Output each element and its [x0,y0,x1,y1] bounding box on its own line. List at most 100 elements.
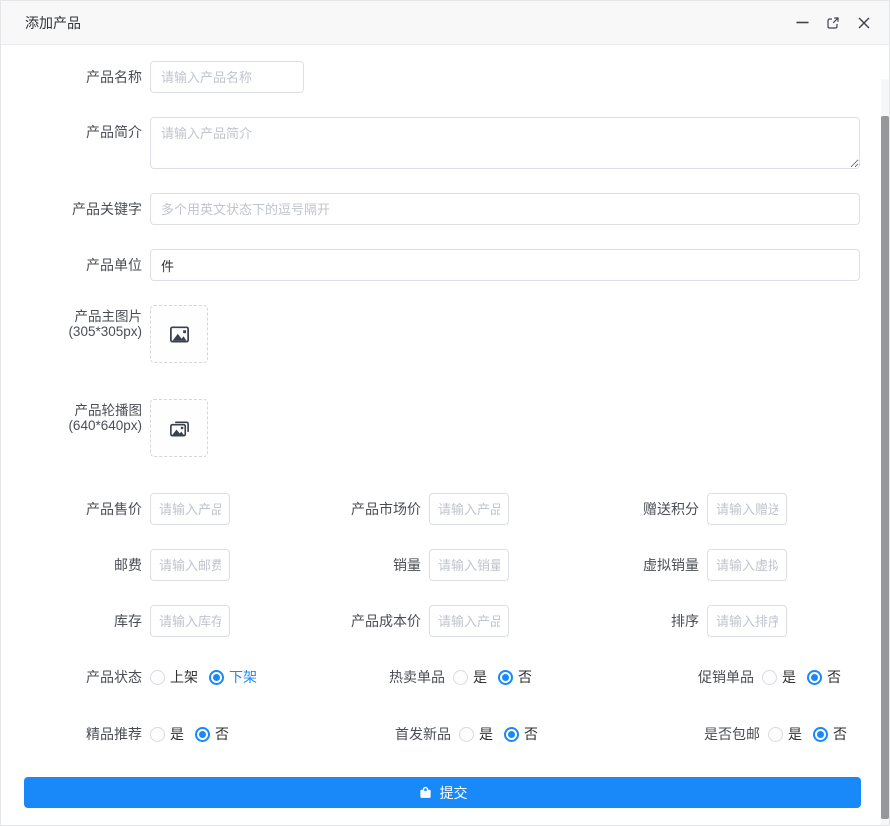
close-button[interactable] [855,14,873,32]
radio-option-yes[interactable]: 是 [453,667,487,687]
product-name-label: 产品名称 [17,69,142,85]
product-intro-textarea[interactable] [150,117,860,169]
radio-option-no[interactable]: 否 [807,667,841,687]
carousel-image-upload[interactable] [150,399,208,457]
images-icon [168,417,191,440]
radio-group-hot-item: 热卖单品 是 否 [320,667,543,687]
submit-row: 提交 [24,777,889,808]
cost-price-label: 产品成本价 [230,613,421,629]
free-shipping-label: 是否包邮 [635,726,760,742]
radio-option-yes[interactable]: 是 [768,724,802,744]
submit-button[interactable]: 提交 [24,777,861,808]
sort-label: 排序 [509,613,699,629]
radio-icon [150,727,165,742]
radio-option-yes[interactable]: 是 [150,724,184,744]
radio-icon [453,670,468,685]
product-intro-row: 产品简介 [17,117,889,169]
radio-option-no[interactable]: 否 [504,724,538,744]
bag-icon [418,785,433,800]
radio-icon [209,670,224,685]
radio-option-on-shelf[interactable]: 上架 [150,667,198,687]
radio-icon [807,670,822,685]
carousel-image-label: 产品轮播图(640*640px) [17,399,142,433]
radio-icon [762,670,777,685]
window-controls [793,14,873,32]
market-price-label: 产品市场价 [230,501,421,517]
product-unit-label: 产品单位 [17,257,142,273]
shipping-fee-cell: 邮费 [17,549,230,581]
radio-group-featured: 精品推荐 是 否 [17,724,240,744]
product-keywords-row: 产品关键字 [17,193,889,225]
grid-row-1: 产品售价 产品市场价 赠送积分 [17,493,889,525]
titlebar: 添加产品 [1,1,889,45]
radio-icon [150,670,165,685]
shipping-fee-label: 邮费 [17,557,142,573]
product-unit-row: 产品单位 [17,249,889,281]
points-input[interactable] [707,493,787,525]
minimize-icon [796,16,809,29]
product-unit-input[interactable] [150,249,860,281]
product-keywords-input[interactable] [150,193,860,225]
radio-group-new-release: 首发新品 是 否 [326,724,549,744]
points-cell: 赠送积分 [509,493,787,525]
radio-group-promo-item: 促销单品 是 否 [629,667,852,687]
shipping-fee-input[interactable] [150,549,230,581]
radio-row-1: 产品状态 上架 下架 热卖单品 是 否 促销单品 是 否 [17,661,889,693]
sales-cell: 销量 [230,549,509,581]
radio-icon [195,727,210,742]
cost-price-cell: 产品成本价 [230,605,509,637]
cost-price-input[interactable] [429,605,509,637]
maximize-icon [826,16,840,30]
add-product-window: 添加产品 产品名称 产品简介 [0,0,890,826]
radio-option-no[interactable]: 否 [195,724,229,744]
stock-input[interactable] [150,605,230,637]
radio-group-free-shipping: 是否包邮 是 否 [635,724,858,744]
product-name-row: 产品名称 [17,61,889,93]
grid-row-3: 库存 产品成本价 排序 [17,605,889,637]
submit-label: 提交 [440,783,468,803]
minimize-button[interactable] [793,14,811,32]
hot-item-label: 热卖单品 [320,669,445,685]
radio-icon [504,727,519,742]
main-image-row: 产品主图片(305*305px) [17,305,889,363]
radio-icon [498,670,513,685]
market-price-input[interactable] [429,493,509,525]
carousel-image-row: 产品轮播图(640*640px) [17,399,889,457]
price-input[interactable] [150,493,230,525]
grid-row-2: 邮费 销量 虚拟销量 [17,549,889,581]
virtual-sales-cell: 虚拟销量 [509,549,787,581]
radio-icon [813,727,828,742]
radio-option-no[interactable]: 否 [813,724,847,744]
form-body: 产品名称 产品简介 产品关键字 产品单位 产品主图片(305*305px) [1,46,889,825]
price-cell: 产品售价 [17,493,230,525]
sales-label: 销量 [230,557,421,573]
radio-group-product-status: 产品状态 上架 下架 [17,667,268,687]
scrollbar-thumb[interactable] [881,116,889,819]
image-icon [168,323,191,346]
product-intro-label: 产品简介 [17,117,142,140]
product-name-input[interactable] [150,61,304,93]
points-label: 赠送积分 [509,501,699,517]
product-status-label: 产品状态 [17,669,142,685]
radio-option-yes[interactable]: 是 [459,724,493,744]
market-price-cell: 产品市场价 [230,493,509,525]
main-image-upload[interactable] [150,305,208,363]
radio-option-off-shelf[interactable]: 下架 [209,667,257,687]
radio-option-yes[interactable]: 是 [762,667,796,687]
maximize-button[interactable] [824,14,842,32]
close-icon [858,17,870,29]
sort-cell: 排序 [509,605,787,637]
main-image-label: 产品主图片(305*305px) [17,305,142,339]
featured-label: 精品推荐 [17,726,142,742]
radio-icon [459,727,474,742]
stock-label: 库存 [17,613,142,629]
promo-item-label: 促销单品 [629,669,754,685]
radio-option-no[interactable]: 否 [498,667,532,687]
page-title: 添加产品 [25,13,81,33]
stock-cell: 库存 [17,605,230,637]
virtual-sales-label: 虚拟销量 [509,557,699,573]
sort-input[interactable] [707,605,787,637]
virtual-sales-input[interactable] [707,549,787,581]
product-keywords-label: 产品关键字 [17,201,142,217]
sales-input[interactable] [429,549,509,581]
